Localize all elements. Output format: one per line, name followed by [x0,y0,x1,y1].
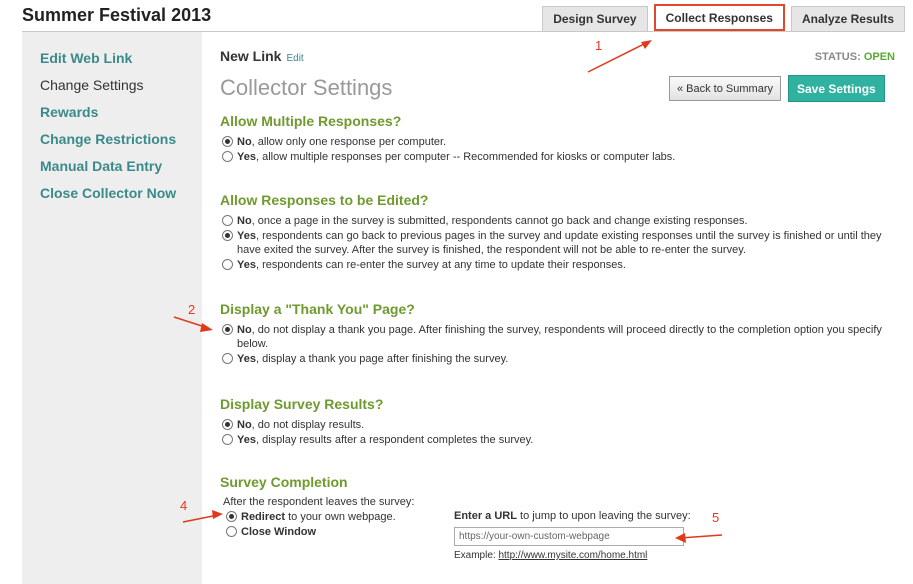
url-label-bold: Enter a URL [454,510,517,522]
tab-collect-responses[interactable]: Collect Responses [653,4,785,31]
annotation-arrowhead-1 [641,40,652,49]
option-text: , respondents can go back to previous pa… [237,230,882,256]
radio-button[interactable] [222,434,233,445]
annotation-number: 4 [180,498,188,513]
url-example-link[interactable]: http://www.mysite.com/home.html [498,550,647,561]
sidebar-item-change-restrictions[interactable]: Change Restrictions [22,129,202,156]
option-keyword: Yes [237,230,256,242]
option-multiple-yes[interactable]: Yes, allow multiple responses per comput… [220,150,900,164]
status-indicator: STATUS: OPEN [815,51,895,63]
collector-name: New Link Edit [220,48,304,64]
option-keyword: Redirect [241,511,286,523]
option-keyword: No [237,136,252,148]
section-thank-you-page: Display a "Thank You" Page? No, do not d… [220,301,900,367]
radio-button[interactable] [222,419,233,430]
option-keyword: No [237,215,252,227]
tab-analyze-results[interactable]: Analyze Results [790,6,905,31]
sidebar-item-manual-data-entry[interactable]: Manual Data Entry [22,156,202,183]
status-label: STATUS: [814,51,861,63]
redirect-url-input[interactable] [454,527,684,546]
url-example-label: Example: [454,550,499,561]
sidebar-item-change-settings[interactable]: Change Settings [22,75,202,102]
save-settings-button[interactable]: Save Settings [788,75,885,102]
option-keyword: Yes [237,259,256,271]
section-title: Display Survey Results? [220,396,384,412]
section-responses-edited: Allow Responses to be Edited? No, once a… [220,192,900,273]
radio-button[interactable] [222,230,233,241]
tab-bar: Design Survey Collect Responses Analyze … [536,4,905,31]
option-text: , allow only one response per computer. [251,136,447,148]
option-text: , do not display a thank you page. After… [237,324,882,350]
sidebar-item-close-collector-now[interactable]: Close Collector Now [22,183,202,210]
radio-button[interactable] [222,259,233,270]
option-thankyou-no[interactable]: No, do not display a thank you page. Aft… [220,323,900,351]
annotation-number: 1 [595,38,603,53]
option-keyword: No [237,419,252,431]
option-text: , respondents can re-enter the survey at… [255,259,626,271]
radio-button[interactable] [222,324,233,335]
sidebar-item-edit-web-link[interactable]: Edit Web Link [22,48,202,75]
section-survey-results: Display Survey Results? No, do not displ… [220,396,900,448]
collector-name-text: New Link [220,48,282,64]
annotation-number: 5 [712,510,720,525]
url-example: Example: http://www.mysite.com/home.html [454,550,714,561]
section-title: Allow Responses to be Edited? [220,192,429,208]
option-thankyou-yes[interactable]: Yes, display a thank you page after fini… [220,352,900,366]
radio-button[interactable] [222,151,233,162]
option-text: to your own webpage. [285,511,396,523]
option-text: , do not display results. [251,419,365,431]
url-label: Enter a URL to jump to upon leaving the … [454,510,714,522]
back-to-summary-button[interactable]: « Back to Summary [669,76,781,101]
option-keyword: No [237,324,252,336]
completion-subtitle: After the respondent leaves the survey: [223,496,415,508]
option-edit-no[interactable]: No, once a page in the survey is submitt… [220,214,900,228]
option-keyword: Yes [237,151,256,163]
option-text: , display results after a respondent com… [255,434,534,446]
option-multiple-no[interactable]: No, allow only one response per computer… [220,135,900,149]
status-value: OPEN [863,51,895,63]
option-keyword: Close Window [241,526,317,538]
section-title: Survey Completion [220,474,348,490]
sidebar-item-rewards[interactable]: Rewards [22,102,202,129]
radio-button[interactable] [222,215,233,226]
section-multiple-responses: Allow Multiple Responses? No, allow only… [220,113,900,165]
section-title: Display a "Thank You" Page? [220,301,415,317]
radio-button[interactable] [222,353,233,364]
redirect-url-block: Enter a URL to jump to upon leaving the … [454,510,714,561]
option-results-yes[interactable]: Yes, display results after a respondent … [220,433,900,447]
page-title: Collector Settings [220,75,393,100]
option-text: , allow multiple responses per computer … [255,151,676,163]
radio-button[interactable] [226,511,237,522]
section-title: Allow Multiple Responses? [220,113,402,129]
option-keyword: Yes [237,353,256,365]
tab-design-survey[interactable]: Design Survey [542,6,648,31]
radio-button[interactable] [222,136,233,147]
option-keyword: Yes [237,434,256,446]
url-label-rest: to jump to upon leaving the survey: [516,510,691,522]
edit-collector-name-link[interactable]: Edit [286,53,303,64]
option-results-no[interactable]: No, do not display results. [220,418,900,432]
sidebar: Edit Web Link Change Settings Rewards Ch… [22,32,202,584]
option-edit-yes-anytime[interactable]: Yes, respondents can re-enter the survey… [220,258,900,272]
radio-button[interactable] [226,526,237,537]
option-text: , display a thank you page after finishi… [255,353,509,365]
option-text: , once a page in the survey is submitted… [251,215,748,227]
annotation-number: 2 [188,302,196,317]
option-edit-yes-until-finished[interactable]: Yes, respondents can go back to previous… [220,229,900,257]
survey-title: Summer Festival 2013 [22,5,212,25]
